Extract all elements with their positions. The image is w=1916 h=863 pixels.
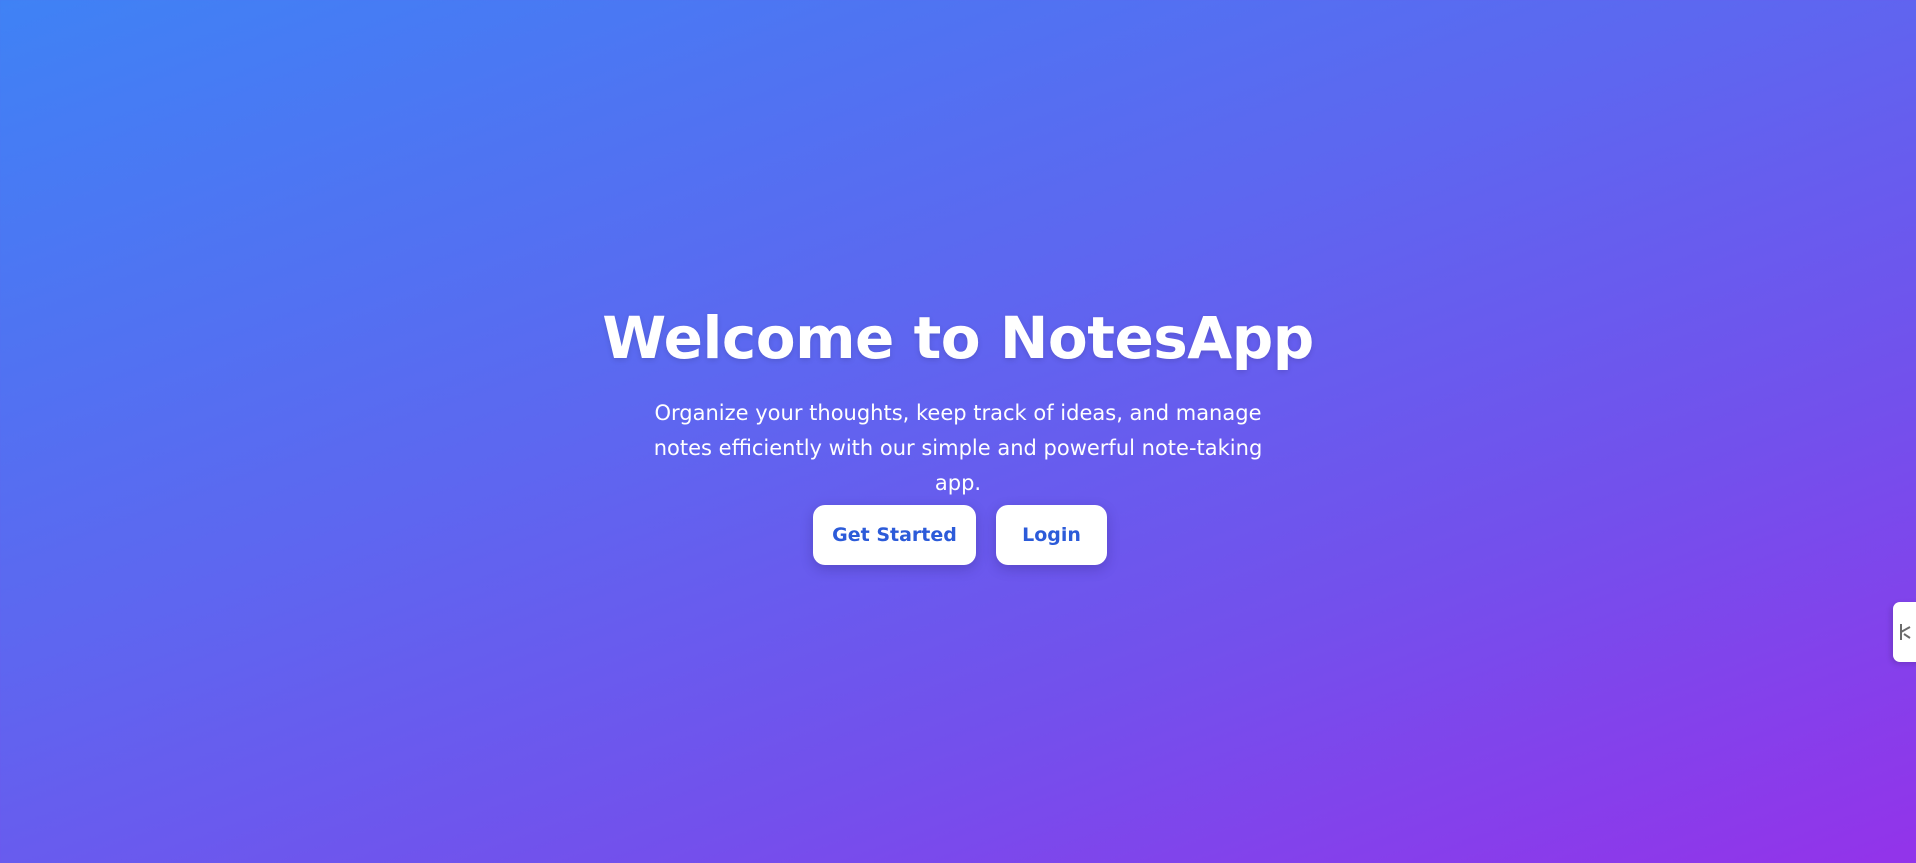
page-title: Welcome to NotesApp	[602, 304, 1314, 372]
get-started-button[interactable]: Get Started	[813, 505, 976, 565]
login-button[interactable]: Login	[996, 505, 1107, 565]
side-panel-tab[interactable]	[1893, 602, 1916, 662]
hero-section: Welcome to NotesApp Organize your though…	[0, 0, 1916, 863]
hero-subtitle: Organize your thoughts, keep track of id…	[653, 401, 1263, 495]
resize-handle-icon	[1898, 621, 1912, 643]
